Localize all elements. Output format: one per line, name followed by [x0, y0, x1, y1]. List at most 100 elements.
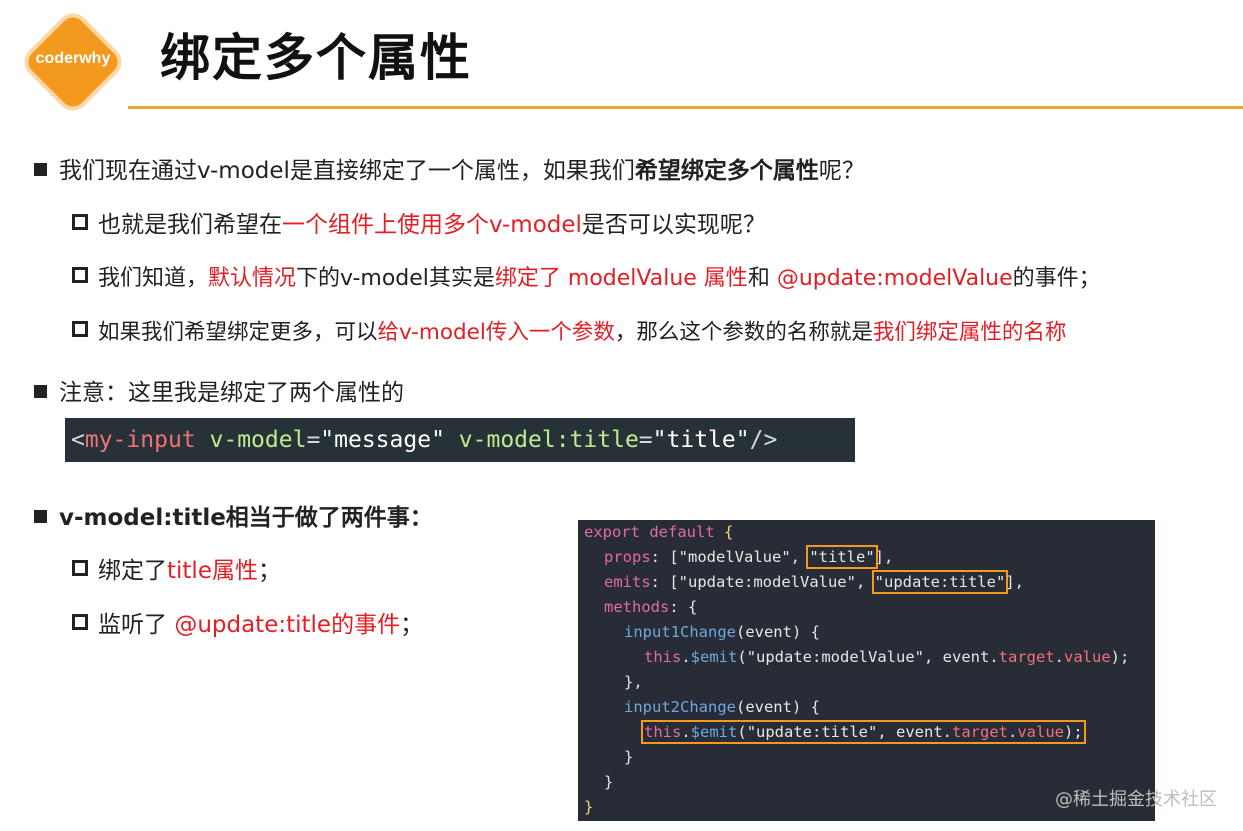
bullet-sub-1: 也就是我们希望在一个组件上使用多个v-model是否可以实现呢？ — [72, 210, 766, 240]
code-token: v-model — [209, 427, 307, 453]
code-line: input2Change(event) { — [578, 695, 1155, 720]
bullet-sub-4: 绑定了title属性； — [72, 556, 281, 586]
code-token: (event) { — [735, 623, 820, 641]
code-snippet-template: <my-input v-model="message" v-model:titl… — [65, 418, 855, 462]
text-bold: v-model:title相当于做了两件事： — [59, 505, 433, 531]
code-token: default — [649, 523, 715, 541]
code-token: ( — [737, 648, 747, 666]
hollow-square-bullet-icon — [72, 267, 88, 283]
code-token: } — [584, 798, 594, 816]
code-line: export default { — [578, 520, 1155, 545]
code-token: input2Change — [624, 698, 736, 716]
text-red: title属性 — [167, 558, 258, 584]
text: 也就是我们希望在 — [98, 212, 282, 238]
code-line: } — [578, 745, 1155, 770]
code-token: value — [1064, 648, 1111, 666]
code-token: $emit — [690, 723, 738, 741]
highlighted-code-token: "update:title" — [871, 570, 1009, 594]
text: 呢？ — [818, 158, 865, 184]
code-token: input1Change — [624, 623, 736, 641]
code-token: my-input — [84, 427, 196, 453]
bullet-main-3: v-model:title相当于做了两件事： — [34, 503, 433, 533]
code-token: target — [952, 723, 1008, 741]
code-token: "message" — [320, 427, 445, 453]
text: 和 — [747, 266, 777, 291]
code-token: } — [604, 773, 614, 791]
text: 我们知道， — [98, 266, 209, 291]
code-token: (event) { — [735, 698, 820, 716]
code-token: "modelValue" — [678, 548, 791, 566]
hollow-square-bullet-icon — [72, 614, 88, 630]
code-token: } — [624, 748, 634, 766]
logo-text: coderwhy — [35, 50, 111, 67]
code-token: : { — [669, 598, 698, 616]
code-token: . — [681, 648, 691, 666]
code-token: emits — [604, 573, 651, 591]
filled-square-bullet-icon — [34, 510, 47, 523]
hollow-square-bullet-icon — [72, 560, 88, 576]
code-token: , event. — [877, 723, 952, 741]
text-red: 默认情况 — [208, 266, 297, 291]
code-token: ); — [1110, 648, 1130, 666]
coderwhy-logo: coderwhy — [23, 12, 123, 112]
code-line: this.$emit("update:title", event.target.… — [578, 720, 1155, 745]
bullet-sub-3: 如果我们希望绑定更多，可以给v-model传入一个参数，那么这个参数的名称就是我… — [72, 318, 1066, 348]
text: ，那么这个参数的名称就是 — [614, 320, 873, 345]
code-token: = — [638, 427, 653, 453]
text: ； — [400, 612, 424, 638]
text: ； — [257, 558, 281, 584]
code-line: }, — [578, 670, 1155, 695]
code-token: "update:modelValue" — [678, 573, 856, 591]
code-token: ], — [874, 548, 894, 566]
text: 下的v-model其实是 — [296, 266, 495, 291]
code-token: "title" — [652, 427, 750, 453]
code-token: value — [1017, 723, 1065, 741]
bullet-sub-2: 我们知道，默认情况下的v-model其实是绑定了 modelValue 属性和 … — [72, 264, 1101, 294]
code-token: v-model:title — [458, 427, 639, 453]
code-token: }, — [624, 673, 643, 691]
hollow-square-bullet-icon — [72, 321, 88, 337]
code-token: { — [724, 523, 734, 541]
code-line: this.$emit("update:modelValue", event.ta… — [578, 645, 1155, 670]
code-token: "update:title" — [746, 723, 878, 741]
text: 绑定了 — [98, 558, 167, 584]
code-token: = — [306, 427, 321, 453]
text: 如果我们希望绑定更多，可以 — [98, 320, 378, 345]
text: 的事件； — [1012, 266, 1101, 291]
code-token: < — [71, 427, 85, 453]
code-token: ); — [1064, 723, 1083, 741]
text: 是否可以实现呢？ — [581, 212, 766, 238]
watermark: @稀土掘金技术社区 — [1055, 789, 1217, 810]
title-divider — [128, 106, 1243, 109]
code-token: "update:modelValue" — [746, 648, 924, 666]
code-token: . — [1054, 648, 1064, 666]
code-token: : [ — [650, 548, 679, 566]
text-red: 我们绑定属性的名称 — [872, 320, 1067, 345]
code-token: target — [998, 648, 1055, 666]
text-red: @update:title的事件 — [174, 612, 401, 638]
hollow-square-bullet-icon — [72, 214, 88, 230]
code-token: : [ — [650, 573, 679, 591]
highlighted-code-token: "title" — [806, 545, 878, 569]
highlighted-emit-call: this.$emit("update:title", event.target.… — [641, 720, 1086, 744]
code-token: ( — [737, 723, 747, 741]
code-token: this — [644, 648, 682, 666]
code-line: emits: ["update:modelValue", "update:tit… — [578, 570, 1155, 595]
code-token: $emit — [690, 648, 738, 666]
text-red: 给v-model传入一个参数 — [377, 320, 615, 345]
code-token: , — [790, 548, 810, 566]
text-bold: 希望绑定多个属性 — [634, 158, 819, 184]
page-title: 绑定多个属性 — [160, 29, 472, 87]
code-line: methods: { — [578, 595, 1155, 620]
text-red: 绑定了 modelValue 属性 — [494, 266, 748, 291]
bullet-sub-5: 监听了 @update:title的事件； — [72, 610, 423, 640]
text-red: 一个组件上使用多个v-model — [282, 212, 582, 238]
code-token: . — [681, 723, 691, 741]
code-token: /> — [749, 427, 778, 453]
text-red: @update:modelValue — [776, 266, 1013, 291]
text: 注意：这里我是绑定了两个属性的 — [59, 380, 404, 406]
code-block-component: export default { props: ["modelValue", "… — [578, 520, 1155, 821]
code-token: , event. — [924, 648, 999, 666]
code-token: methods — [604, 598, 670, 616]
text: 我们现在通过v-model是直接绑定了一个属性，如果我们 — [59, 158, 635, 184]
